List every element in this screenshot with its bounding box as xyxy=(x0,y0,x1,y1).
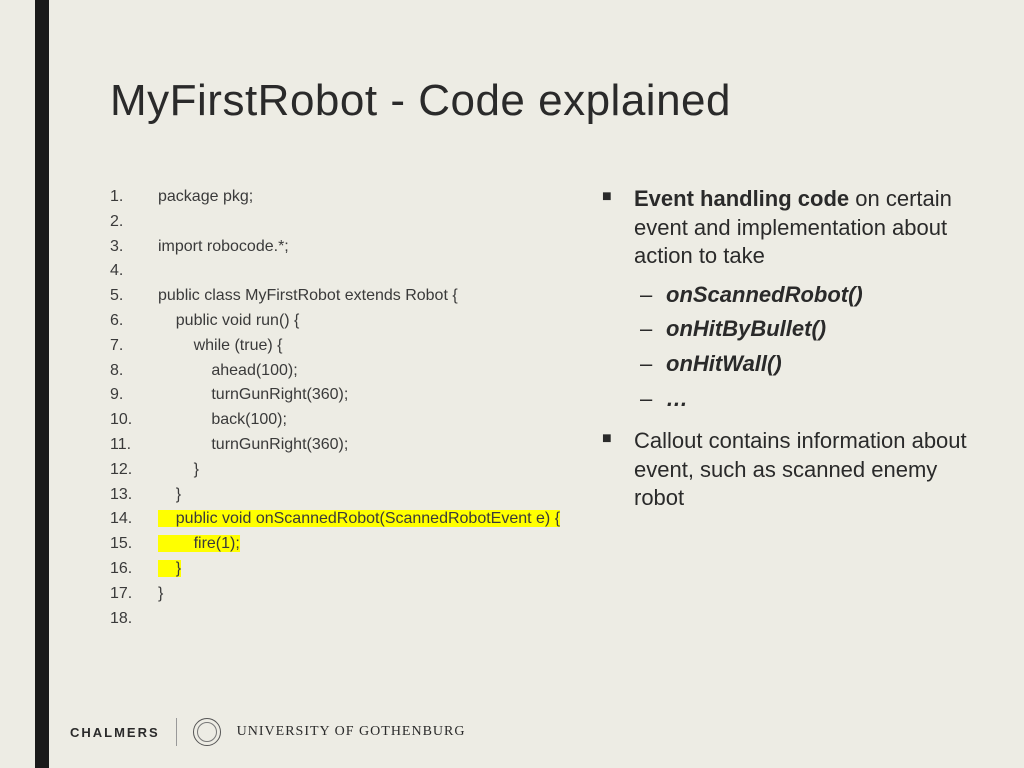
code-text: } xyxy=(158,458,580,483)
sub-bullet-item: … xyxy=(634,385,974,414)
line-number: 18. xyxy=(110,607,158,632)
code-line: 7. while (true) { xyxy=(110,334,580,359)
code-text: while (true) { xyxy=(158,334,580,359)
code-text: public void run() { xyxy=(158,309,580,334)
footer-divider xyxy=(176,718,177,746)
line-number: 13. xyxy=(110,483,158,508)
code-text: } xyxy=(158,557,580,582)
chalmers-logo: CHALMERS xyxy=(70,725,160,740)
code-line: 13. } xyxy=(110,483,580,508)
code-listing: 1.package pkg;2.3.import robocode.*;4.5.… xyxy=(110,185,580,688)
code-line: 10. back(100); xyxy=(110,408,580,433)
code-line: 8. ahead(100); xyxy=(110,359,580,384)
line-number: 11. xyxy=(110,433,158,458)
code-text: package pkg; xyxy=(158,185,580,210)
line-number: 8. xyxy=(110,359,158,384)
code-text: } xyxy=(158,582,580,607)
sub-bullet-item: onHitByBullet() xyxy=(634,315,974,344)
line-number: 9. xyxy=(110,383,158,408)
line-number: 10. xyxy=(110,408,158,433)
line-number: 1. xyxy=(110,185,158,210)
code-text: back(100); xyxy=(158,408,580,433)
university-name: UNIVERSITY OF GOTHENBURG xyxy=(237,724,466,740)
code-line: 3.import robocode.*; xyxy=(110,235,580,260)
university-seal-icon xyxy=(193,718,221,746)
code-line: 2. xyxy=(110,210,580,235)
sub-bullet-item: onScannedRobot() xyxy=(634,281,974,310)
code-text: public class MyFirstRobot extends Robot … xyxy=(158,284,580,309)
code-text xyxy=(158,259,580,284)
accent-bar xyxy=(35,0,49,768)
line-number: 5. xyxy=(110,284,158,309)
line-number: 14. xyxy=(110,507,158,532)
code-line: 9. turnGunRight(360); xyxy=(110,383,580,408)
code-text: fire(1); xyxy=(158,532,580,557)
code-text: turnGunRight(360); xyxy=(158,433,580,458)
line-number: 16. xyxy=(110,557,158,582)
bullet-item: Event handling code on certain event and… xyxy=(600,185,974,413)
code-text xyxy=(158,607,580,632)
code-text: import robocode.*; xyxy=(158,235,580,260)
slide-title: MyFirstRobot - Code explained xyxy=(110,76,731,126)
code-line: 14. public void onScannedRobot(ScannedRo… xyxy=(110,507,580,532)
slide-content: 1.package pkg;2.3.import robocode.*;4.5.… xyxy=(110,185,974,688)
line-number: 15. xyxy=(110,532,158,557)
code-line: 16. } xyxy=(110,557,580,582)
line-number: 7. xyxy=(110,334,158,359)
code-text xyxy=(158,210,580,235)
code-text: ahead(100); xyxy=(158,359,580,384)
code-line: 15. fire(1); xyxy=(110,532,580,557)
code-line: 12. } xyxy=(110,458,580,483)
code-line: 6. public void run() { xyxy=(110,309,580,334)
line-number: 6. xyxy=(110,309,158,334)
code-line: 4. xyxy=(110,259,580,284)
line-number: 3. xyxy=(110,235,158,260)
line-number: 4. xyxy=(110,259,158,284)
code-line: 11. turnGunRight(360); xyxy=(110,433,580,458)
line-number: 2. xyxy=(110,210,158,235)
code-line: 17.} xyxy=(110,582,580,607)
line-number: 12. xyxy=(110,458,158,483)
sub-bullet-item: onHitWall() xyxy=(634,350,974,379)
code-line: 18. xyxy=(110,607,580,632)
code-text: turnGunRight(360); xyxy=(158,383,580,408)
code-line: 1.package pkg; xyxy=(110,185,580,210)
bullet-strong: Event handling code xyxy=(634,186,849,211)
bullet-points: Event handling code on certain event and… xyxy=(580,185,974,688)
code-text: public void onScannedRobot(ScannedRobotE… xyxy=(158,507,580,532)
footer: CHALMERS UNIVERSITY OF GOTHENBURG xyxy=(70,718,465,746)
bullet-item: Callout contains information about event… xyxy=(600,427,974,513)
line-number: 17. xyxy=(110,582,158,607)
code-line: 5.public class MyFirstRobot extends Robo… xyxy=(110,284,580,309)
code-text: } xyxy=(158,483,580,508)
